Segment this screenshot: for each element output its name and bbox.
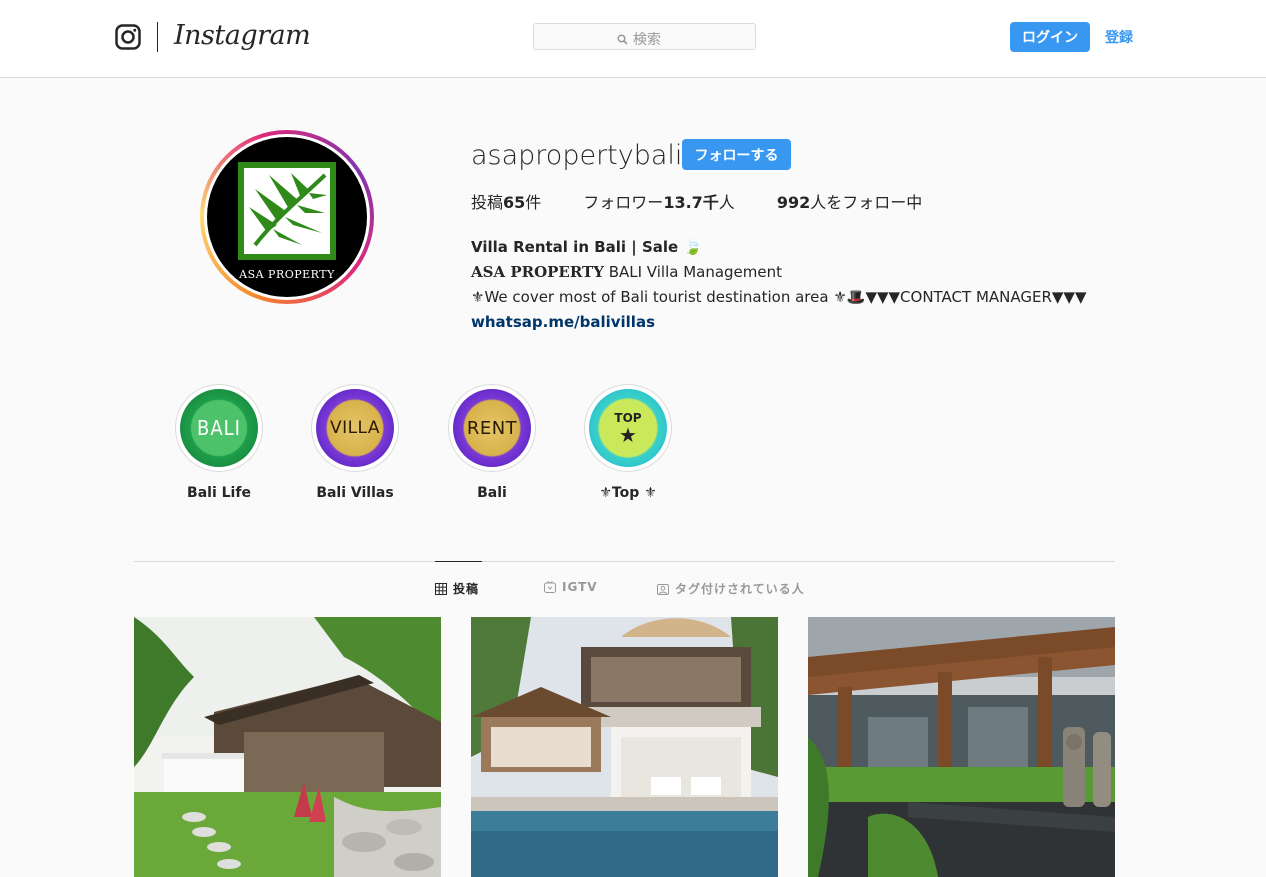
bio-website-link[interactable]: whatsap.me/balivillas xyxy=(471,310,1087,335)
tabs-divider xyxy=(134,561,1115,562)
post-image-villa-garden xyxy=(134,617,441,877)
followers-prefix: フォロワー xyxy=(583,193,664,212)
tab-igtv-label: IGTV xyxy=(562,580,598,594)
posts-prefix: 投稿 xyxy=(471,193,504,212)
top-navigation-bar: Instagram 検索 ログイン 登録 xyxy=(0,0,1266,78)
search-placeholder-group: 検索 xyxy=(617,29,661,49)
login-button[interactable]: ログイン xyxy=(1010,22,1090,52)
story-highlight-bali-villas[interactable]: VILLA Bali Villas xyxy=(310,384,400,501)
highlight-badge-text: BALI xyxy=(197,416,241,440)
tagged-person-icon xyxy=(657,583,669,595)
post-image-pergola-garden xyxy=(808,617,1115,877)
tab-tagged-label: タグ付けされている人 xyxy=(675,582,805,596)
post-thumbnail-3[interactable] xyxy=(808,617,1115,877)
profile-stats: 投稿65件 フォロワー13.7千人 992人をフォロー中 xyxy=(471,189,964,213)
highlight-cover: VILLA xyxy=(316,389,394,467)
follow-button[interactable]: フォローする xyxy=(682,139,791,170)
avatar-image: ASA PROPERTY xyxy=(207,137,367,297)
search-placeholder: 検索 xyxy=(633,32,661,48)
avatar-brand-text: ASA PROPERTY xyxy=(239,268,335,281)
following-count: 992 xyxy=(776,193,811,212)
grid-icon xyxy=(435,582,447,595)
highlight-ring: VILLA xyxy=(311,384,399,472)
search-icon xyxy=(617,33,628,45)
signup-link[interactable]: 登録 xyxy=(1105,27,1133,47)
bio-line-3: ⚜We cover most of Bali tourist destinati… xyxy=(471,288,1087,306)
bio-line-2: ASA PROPERTY BALI Villa Management xyxy=(471,260,1087,285)
post-thumbnail-1[interactable] xyxy=(134,617,441,877)
following-stat[interactable]: 992人をフォロー中 xyxy=(777,189,922,213)
highlight-ring: TOP ★ xyxy=(584,384,672,472)
instagram-camera-icon[interactable] xyxy=(115,24,141,50)
instagram-wordmark[interactable]: Instagram xyxy=(174,20,311,51)
followers-count: 13.7千 xyxy=(663,193,719,212)
highlight-cover: BALI xyxy=(180,389,258,467)
profile-avatar[interactable]: ASA PROPERTY xyxy=(200,130,374,304)
logo-divider xyxy=(157,22,158,52)
tab-posts[interactable]: 投稿 xyxy=(435,580,479,597)
tab-posts-label: 投稿 xyxy=(453,582,480,596)
tab-igtv[interactable]: IGTV xyxy=(544,580,598,594)
post-thumbnail-2[interactable] xyxy=(471,617,778,877)
tab-tagged[interactable]: タグ付けされている人 xyxy=(657,580,805,597)
bio-brand-rest: BALI Villa Management xyxy=(603,263,783,281)
highlight-label: Bali Villas xyxy=(316,485,394,501)
highlight-label: Bali Life xyxy=(187,485,251,501)
star-icon: ★ xyxy=(619,423,637,447)
highlight-label: Bali xyxy=(477,485,507,501)
following-suffix: 人をフォロー中 xyxy=(810,193,923,212)
bio-brand: ASA PROPERTY xyxy=(471,263,604,281)
posts-count-stat: 投稿65件 xyxy=(471,189,541,213)
post-image-villa-pool xyxy=(471,617,778,877)
highlight-badge-text: VILLA xyxy=(329,418,381,438)
highlight-ring: RENT xyxy=(448,384,536,472)
highlight-ring: BALI xyxy=(175,384,263,472)
avatar-white-border: ASA PROPERTY xyxy=(204,134,370,300)
highlight-cover: RENT xyxy=(453,389,531,467)
story-highlight-top[interactable]: TOP ★ ⚜Top ⚜ xyxy=(583,384,673,501)
highlight-badge-text: RENT xyxy=(466,417,518,439)
highlight-cover: TOP ★ xyxy=(589,389,667,467)
posts-suffix: 件 xyxy=(525,193,542,212)
story-highlight-bali-life[interactable]: BALI Bali Life xyxy=(174,384,264,501)
posts-count: 65 xyxy=(503,193,526,212)
followers-stat[interactable]: フォロワー13.7千人 xyxy=(583,189,735,213)
profile-bio: Villa Rental in Bali | Sale 🍃 ASA PROPER… xyxy=(471,235,1087,335)
bio-full-name: Villa Rental in Bali | Sale 🍃 xyxy=(471,238,703,256)
igtv-icon xyxy=(544,581,556,593)
highlight-label: ⚜Top ⚜ xyxy=(599,485,657,501)
profile-username: asapropertybali xyxy=(471,140,683,171)
search-input[interactable]: 検索 xyxy=(533,23,756,50)
followers-suffix: 人 xyxy=(718,193,735,212)
active-tab-indicator xyxy=(435,561,482,562)
story-highlight-bali[interactable]: RENT Bali xyxy=(447,384,537,501)
